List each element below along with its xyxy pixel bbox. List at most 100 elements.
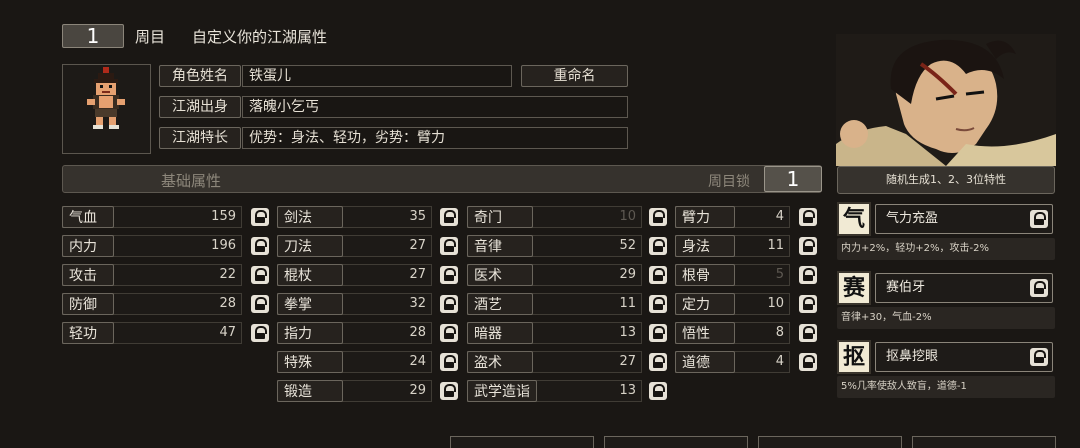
stat-value: 28 <box>219 296 236 311</box>
bottom-button[interactable] <box>450 436 594 448</box>
stat-row: 音律 52 <box>467 235 669 257</box>
trait-desc: 内力+2%，轻功+2%，攻击-2% <box>837 238 1055 260</box>
page-title: 自定义你的江湖属性 <box>192 28 328 46</box>
stat-row: 身法 11 <box>675 235 819 257</box>
lock-icon[interactable] <box>649 353 667 371</box>
stat-value: 5 <box>775 267 784 282</box>
lock-icon[interactable] <box>649 324 667 342</box>
stat-value: 159 <box>211 209 236 224</box>
stat-row: 酒艺 11 <box>467 293 669 315</box>
lock-icon[interactable] <box>251 237 269 255</box>
bottom-button[interactable] <box>604 436 748 448</box>
rename-button[interactable]: 重命名 <box>521 65 628 87</box>
base-attributes-title: 基础属性 <box>161 172 222 190</box>
stat-value: 13 <box>619 325 636 340</box>
stat-value: 11 <box>619 296 636 311</box>
trait-desc: 5%几率使敌人致盲，道德-1 <box>837 376 1055 398</box>
lock-icon[interactable] <box>251 266 269 284</box>
lock-icon[interactable] <box>440 295 458 313</box>
stat-value: 32 <box>409 296 426 311</box>
stat-row: 根骨 5 <box>675 264 819 286</box>
stat-row: 指力 28 <box>277 322 460 344</box>
trait-name[interactable]: 抠鼻挖眼 <box>875 342 1053 372</box>
stat-row: 拳掌 32 <box>277 293 460 315</box>
stat-value: 11 <box>767 238 784 253</box>
specialty-field: 优势：身法、轻功，劣势：臂力 <box>242 127 628 149</box>
stat-row: 悟性 8 <box>675 322 819 344</box>
stat-row: 棍杖 27 <box>277 264 460 286</box>
lock-icon[interactable] <box>649 266 667 284</box>
name-field[interactable]: 铁蛋儿 <box>242 65 512 87</box>
lock-icon[interactable] <box>799 237 817 255</box>
stat-value: 22 <box>219 267 236 282</box>
lock-icon[interactable] <box>1030 348 1048 366</box>
lock-icon[interactable] <box>799 295 817 313</box>
stat-value: 4 <box>775 354 784 369</box>
lock-icon[interactable] <box>440 324 458 342</box>
stat-row: 盗术 27 <box>467 351 669 373</box>
bottom-button[interactable] <box>912 436 1056 448</box>
cycle-lock-value[interactable]: 1 <box>764 166 822 192</box>
lock-icon[interactable] <box>440 353 458 371</box>
stat-row: 医术 29 <box>467 264 669 286</box>
stat-row: 暗器 13 <box>467 322 669 344</box>
stat-value: 29 <box>409 383 426 398</box>
stat-value: 35 <box>409 209 426 224</box>
stat-row: 特殊 24 <box>277 351 460 373</box>
stat-row: 剑法 35 <box>277 206 460 228</box>
stat-row: 锻造 29 <box>277 380 460 402</box>
lock-icon[interactable] <box>649 382 667 400</box>
stat-value: 10 <box>767 296 784 311</box>
lock-icon[interactable] <box>251 295 269 313</box>
lock-icon[interactable] <box>1030 210 1048 228</box>
stat-value: 8 <box>775 325 784 340</box>
lock-icon[interactable] <box>440 237 458 255</box>
lock-icon[interactable] <box>799 266 817 284</box>
lock-icon[interactable] <box>649 208 667 226</box>
stat-row: 攻击 22 <box>62 264 271 286</box>
lock-icon[interactable] <box>799 353 817 371</box>
stat-value: 27 <box>409 238 426 253</box>
stat-value: 13 <box>619 383 636 398</box>
stat-value: 29 <box>619 267 636 282</box>
lock-icon[interactable] <box>251 208 269 226</box>
cycle-label: 周目 <box>135 28 166 46</box>
trait-desc: 音律+30，气血-2% <box>837 307 1055 329</box>
base-attributes-bar: 基础属性 周目锁 <box>62 165 822 193</box>
stat-row: 定力 10 <box>675 293 819 315</box>
stat-value: 28 <box>409 325 426 340</box>
cycle-number-box: 1 <box>62 24 124 48</box>
stat-row: 道德 4 <box>675 351 819 373</box>
lock-icon[interactable] <box>799 324 817 342</box>
lock-icon[interactable] <box>649 237 667 255</box>
lock-icon[interactable] <box>440 266 458 284</box>
character-sprite <box>87 67 125 129</box>
stat-row: 防御 28 <box>62 293 271 315</box>
traits-header: 随机生成1、2、3位特性 <box>837 166 1055 194</box>
lock-icon[interactable] <box>440 208 458 226</box>
lock-icon[interactable] <box>799 208 817 226</box>
stat-row: 武学造诣 13 <box>467 380 669 402</box>
specialty-label: 江湖特长 <box>159 127 241 149</box>
lock-icon[interactable] <box>251 324 269 342</box>
origin-field: 落魄小乞丐 <box>242 96 628 118</box>
trait-char-icon: 抠 <box>837 340 871 374</box>
character-portrait <box>836 34 1056 166</box>
bottom-button[interactable] <box>758 436 902 448</box>
lock-icon[interactable] <box>649 295 667 313</box>
stat-value: 27 <box>409 267 426 282</box>
stat-row: 刀法 27 <box>277 235 460 257</box>
lock-icon[interactable] <box>440 382 458 400</box>
character-sprite-frame <box>62 64 151 154</box>
stat-value: 4 <box>775 209 784 224</box>
trait-char-icon: 赛 <box>837 271 871 305</box>
stat-value: 27 <box>619 354 636 369</box>
stat-value: 24 <box>409 354 426 369</box>
trait-name[interactable]: 赛伯牙 <box>875 273 1053 303</box>
trait-char-icon: 气 <box>837 202 871 236</box>
trait-name[interactable]: 气力充盈 <box>875 204 1053 234</box>
origin-label: 江湖出身 <box>159 96 241 118</box>
stat-value: 47 <box>219 325 236 340</box>
name-label: 角色姓名 <box>159 65 241 87</box>
lock-icon[interactable] <box>1030 279 1048 297</box>
